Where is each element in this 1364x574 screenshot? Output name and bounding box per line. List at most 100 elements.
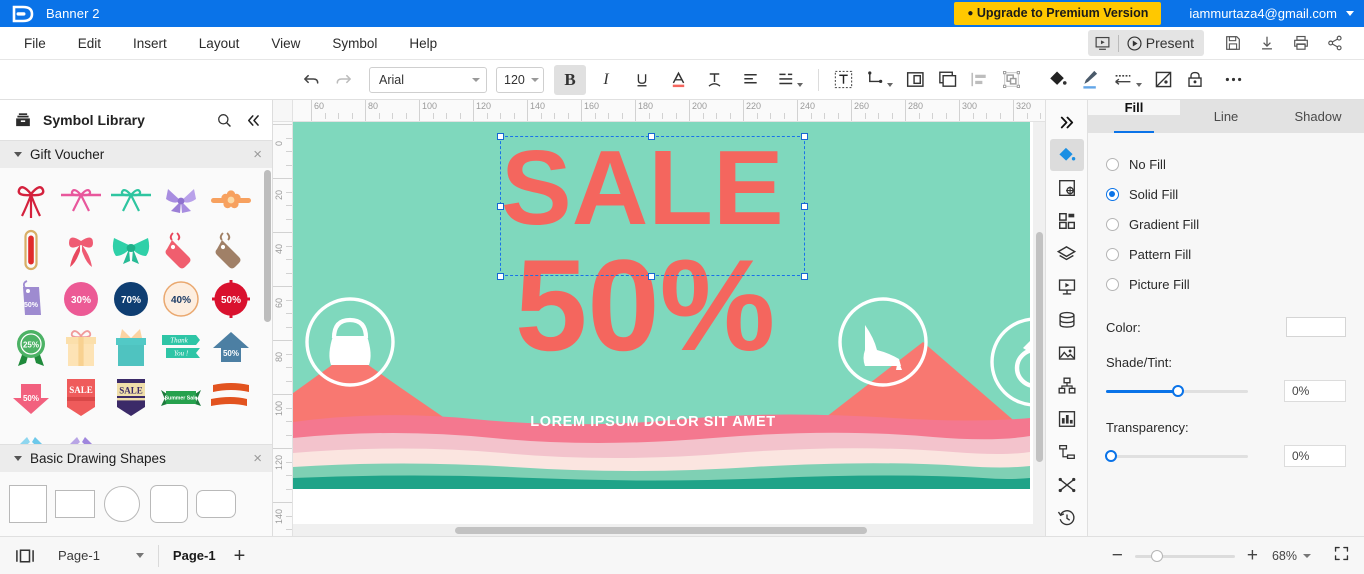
canvas-horizontal-scrollbar[interactable] — [293, 524, 1045, 536]
symbol-orange-flower-ribbon[interactable] — [207, 176, 255, 225]
radio-gradient-fill[interactable] — [1106, 217, 1119, 231]
rail-chart-button[interactable] — [1050, 403, 1084, 435]
symbol-blue-up-arrow-badge[interactable]: 50% — [207, 323, 255, 372]
shape-rounded-rectangle[interactable] — [196, 484, 236, 524]
expand-panel-button[interactable] — [1050, 106, 1084, 138]
symbol-orange-ribbon-banner[interactable] — [207, 372, 255, 421]
selection-handle-top-right[interactable] — [801, 133, 808, 140]
vertical-ruler[interactable]: 0 20 40 60 80 100 120 140 — [273, 122, 293, 536]
symbol-brown-price-tag[interactable] — [207, 225, 255, 274]
save-button[interactable] — [1216, 29, 1250, 57]
selection-handle-bottom-center[interactable] — [648, 273, 655, 280]
transparency-value[interactable]: 0% — [1284, 445, 1346, 467]
add-page-button[interactable]: + — [234, 546, 246, 566]
selection-handle-top-center[interactable] — [648, 133, 655, 140]
search-icon[interactable] — [216, 112, 233, 129]
symbol-grid-scrollbar[interactable] — [264, 170, 271, 323]
tab-shadow[interactable]: Shadow — [1272, 100, 1364, 133]
rail-properties-button[interactable] — [1050, 172, 1084, 204]
line-style-button[interactable] — [1105, 65, 1147, 95]
symbol-red-sale-shield[interactable]: SALE — [57, 372, 105, 421]
menu-item-edit[interactable]: Edit — [62, 31, 117, 56]
rail-history-button[interactable] — [1050, 502, 1084, 534]
bold-button[interactable]: B — [554, 64, 586, 95]
section-close-icon[interactable]: × — [253, 451, 262, 466]
symbol-green-ribbon-bow[interactable] — [107, 176, 155, 225]
text-effect-button[interactable] — [698, 65, 730, 95]
symbol-cream-discount-badge[interactable]: 40% — [157, 274, 205, 323]
symbol-pink-ribbon-twist[interactable] — [57, 225, 105, 274]
zoom-slider-knob[interactable] — [1150, 549, 1163, 562]
symbol-purple-sale-shield[interactable]: SALE — [107, 372, 155, 421]
chevron-down-icon[interactable] — [14, 455, 22, 461]
symbol-pink-down-arrow-badge[interactable]: 50% — [7, 372, 55, 421]
symbol-green-rosette-badge[interactable]: 25% — [7, 323, 55, 372]
section-header-basic-drawing-shapes[interactable]: Basic Drawing Shapes × — [0, 443, 272, 472]
rail-components-button[interactable] — [1050, 205, 1084, 237]
rail-slide-button[interactable] — [1050, 271, 1084, 303]
line-brush-button[interactable] — [1073, 65, 1105, 95]
shape-rectangle[interactable] — [55, 484, 95, 524]
symbol-teal-bow[interactable] — [107, 225, 155, 274]
present-button[interactable]: Present — [1119, 30, 1204, 56]
account-email[interactable]: iammurtaza4@gmail.com — [1189, 6, 1337, 21]
group-button[interactable] — [899, 65, 931, 95]
symbol-navy-discount-sticker[interactable]: 70% — [107, 274, 155, 323]
zoom-out-button[interactable]: − — [1112, 546, 1123, 565]
radio-solid-fill[interactable] — [1106, 187, 1119, 201]
redo-button[interactable] — [327, 65, 359, 95]
rail-image-button[interactable] — [1050, 337, 1084, 369]
fill-option-picture-fill[interactable]: Picture Fill — [1106, 269, 1346, 299]
connector-button[interactable] — [859, 65, 899, 95]
radio-picture-fill[interactable] — [1106, 277, 1119, 291]
zoom-in-button[interactable]: + — [1247, 546, 1258, 565]
radio-no-fill[interactable] — [1106, 157, 1119, 171]
zoom-slider[interactable] — [1134, 549, 1235, 563]
arrange-button[interactable] — [995, 65, 1027, 95]
symbol-blue-ribbon-corner[interactable] — [7, 421, 55, 444]
symbol-teal-gift-box[interactable] — [107, 323, 155, 372]
italic-button[interactable]: I — [590, 65, 622, 95]
duplicate-button[interactable] — [931, 65, 963, 95]
share-button[interactable] — [1318, 29, 1352, 57]
fill-option-pattern-fill[interactable]: Pattern Fill — [1106, 239, 1346, 269]
lock-button[interactable] — [1179, 65, 1211, 95]
symbol-red-ribbon-bow[interactable] — [7, 176, 55, 225]
tab-line[interactable]: Line — [1180, 100, 1272, 133]
symbol-pink-ribbon-bow[interactable] — [57, 176, 105, 225]
underline-button[interactable] — [626, 65, 658, 95]
selection-handle-top-left[interactable] — [497, 133, 504, 140]
canvas-vertical-scroll-thumb[interactable] — [1036, 232, 1043, 462]
shade-tint-slider[interactable] — [1106, 384, 1248, 398]
rail-fill-button[interactable] — [1049, 139, 1084, 171]
menu-item-file[interactable]: File — [8, 31, 62, 56]
download-button[interactable] — [1250, 29, 1284, 57]
canvas-viewport[interactable]: SALE 50% LOREM IPSUM DOLOR SIT AMET — [293, 122, 1045, 536]
zoom-level-value[interactable]: 68% — [1272, 549, 1297, 563]
text-box-button[interactable] — [827, 65, 859, 95]
more-options-button[interactable] — [1217, 65, 1249, 95]
symbol-red-price-tag[interactable] — [157, 225, 205, 274]
page-tab-page-1[interactable]: Page-1 — [173, 548, 216, 563]
symbol-red-gift-tag[interactable] — [7, 225, 55, 274]
menu-item-help[interactable]: Help — [393, 31, 453, 56]
selection-handle-middle-right[interactable] — [801, 203, 808, 210]
shape-rounded-square[interactable] — [149, 484, 189, 524]
shadow-button[interactable] — [1147, 65, 1179, 95]
canvas-vertical-scrollbar[interactable] — [1033, 122, 1045, 524]
page-selector[interactable]: Page-1 — [58, 548, 144, 563]
fill-option-solid-fill[interactable]: Solid Fill — [1106, 179, 1346, 209]
canvas-horizontal-scroll-thumb[interactable] — [455, 527, 867, 534]
menu-item-view[interactable]: View — [255, 31, 316, 56]
slider-knob[interactable] — [1172, 385, 1184, 397]
symbol-pink-discount-sticker[interactable]: 30% — [57, 274, 105, 323]
fill-option-no-fill[interactable]: No Fill — [1106, 149, 1346, 179]
fullscreen-button[interactable] — [1333, 545, 1350, 567]
selection-handle-bottom-left[interactable] — [497, 273, 504, 280]
distribute-button[interactable] — [963, 65, 995, 95]
section-close-icon[interactable]: × — [253, 147, 262, 162]
horizontal-ruler[interactable]: 60 80 100 120 140 160 180 200 220 240 260 280 300 320… — [293, 100, 1045, 122]
symbol-purple-gift-bow[interactable] — [157, 176, 205, 225]
page-view-icon[interactable] — [14, 547, 36, 565]
symbol-red-discount-burst[interactable]: 50% — [207, 274, 255, 323]
